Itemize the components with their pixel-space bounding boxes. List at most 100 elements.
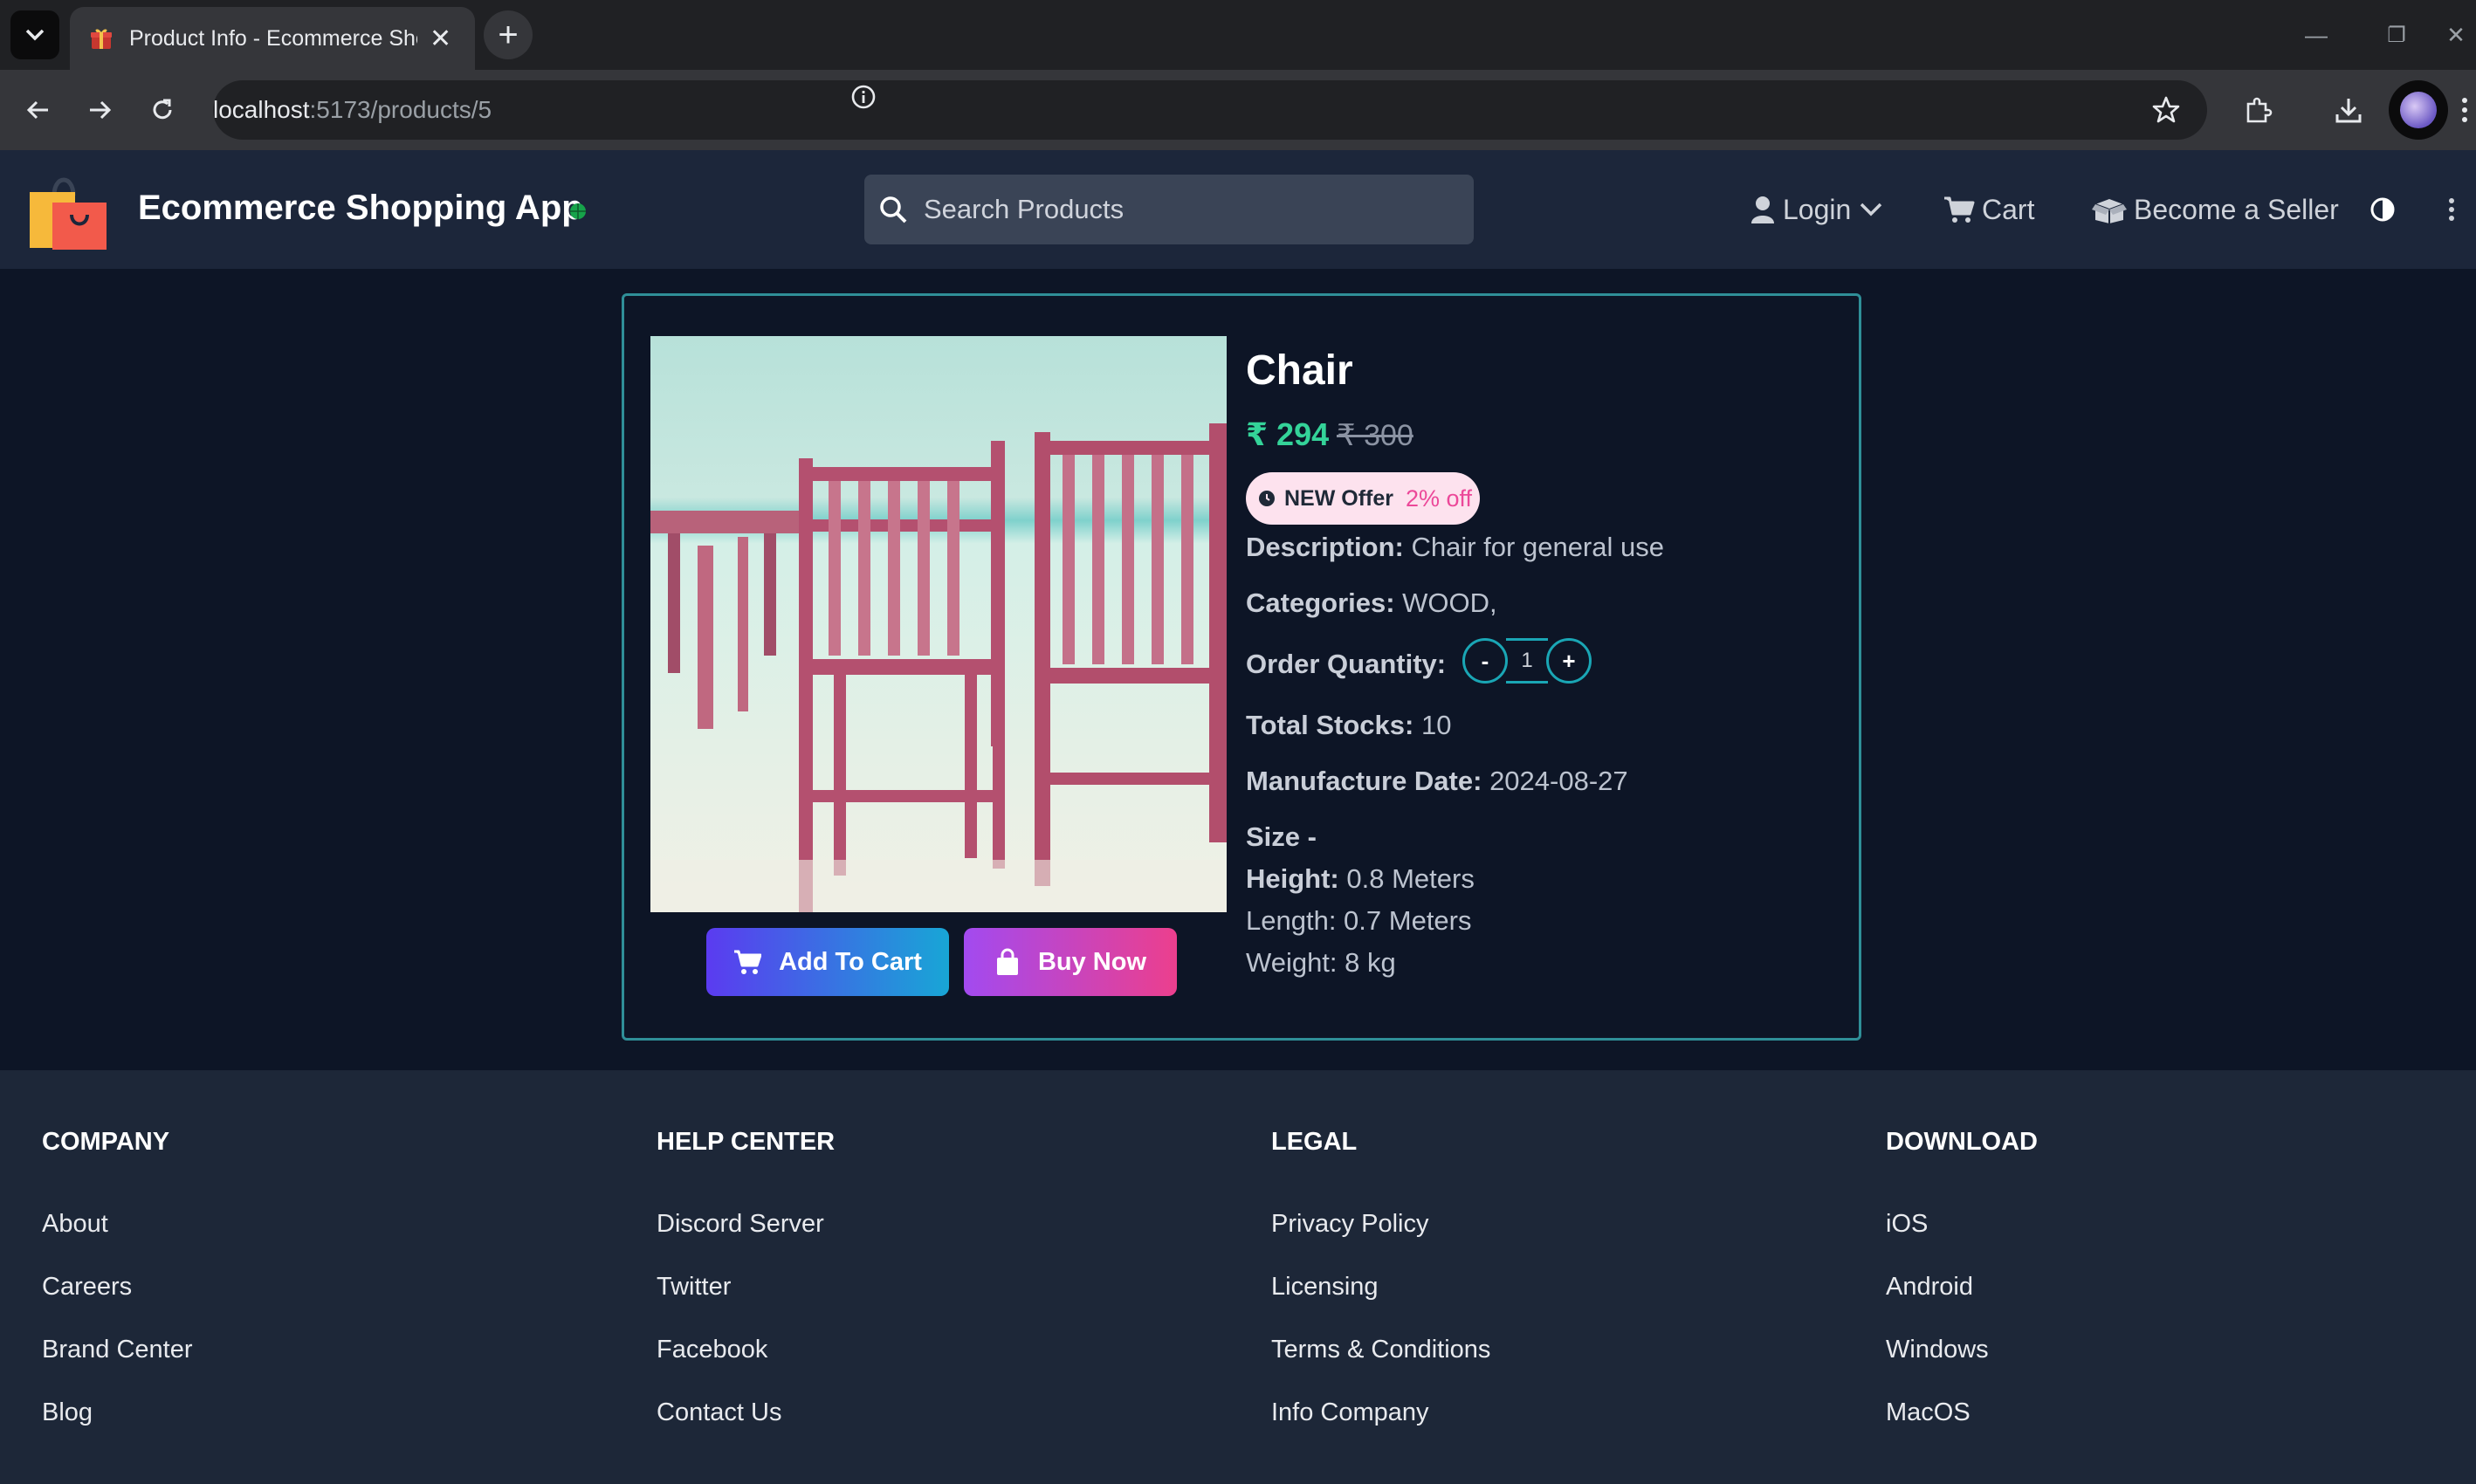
profile-avatar[interactable]	[2389, 80, 2448, 140]
login-dropdown[interactable]: Login	[1750, 187, 1889, 232]
download-icon	[2335, 99, 2362, 123]
shopping-bag-logo-icon[interactable]	[28, 169, 110, 251]
description-value: Chair for general use	[1411, 532, 1664, 562]
footer-link-ios[interactable]: iOS	[1886, 1192, 2038, 1255]
add-to-cart-button[interactable]: Add To Cart	[706, 928, 949, 996]
browser-menu-button[interactable]	[2453, 86, 2476, 134]
footer-link-windows[interactable]: Windows	[1886, 1318, 2038, 1381]
footer-link-contact-us[interactable]: Contact Us	[657, 1381, 835, 1444]
cart-link[interactable]: Cart	[1943, 187, 2034, 232]
brand-name[interactable]: Ecommerce Shopping App	[138, 189, 583, 228]
forward-icon	[90, 100, 112, 120]
close-window-button[interactable]: ✕	[2436, 0, 2476, 70]
footer-link-twitter[interactable]: Twitter	[657, 1255, 835, 1318]
footer-heading: DOWNLOAD	[1886, 1128, 2038, 1156]
buy-now-button[interactable]: Buy Now	[964, 928, 1177, 996]
search-input[interactable]: Search Products	[924, 194, 1124, 225]
url-host: localhost	[213, 96, 310, 123]
forward-button[interactable]	[75, 86, 124, 134]
more-menu-button[interactable]	[2448, 187, 2462, 232]
chevron-down-icon	[1860, 203, 1882, 216]
footer-link-android[interactable]: Android	[1886, 1255, 2038, 1318]
footer-heading: HELP CENTER	[657, 1128, 836, 1156]
height-row: Height: 0.8 Meters	[1246, 863, 1475, 895]
description-row: Description: Chair for general use	[1246, 532, 1664, 563]
become-seller-label: Become a Seller	[2134, 193, 2339, 225]
footer-column-legal: LEGAL Privacy Policy Licensing Terms & C…	[1271, 1128, 1490, 1444]
user-icon	[1751, 196, 1774, 223]
minimize-button[interactable]: —	[2277, 0, 2356, 70]
footer-link-about[interactable]: About	[42, 1192, 193, 1255]
footer-link-discord[interactable]: Discord Server	[657, 1192, 835, 1255]
address-bar[interactable]: localhost:5173/products/5	[213, 80, 2207, 140]
footer-column-company: COMPANY About Careers Brand Center Blog	[42, 1128, 193, 1444]
decrement-button[interactable]: -	[1462, 638, 1508, 684]
stock-row: Total Stocks: 10	[1246, 710, 1451, 741]
back-icon	[26, 100, 48, 120]
discount-text: 2% off	[1406, 484, 1473, 512]
reload-icon	[153, 99, 172, 120]
restore-button[interactable]: ❐	[2357, 0, 2436, 70]
minimize-icon: —	[2305, 21, 2328, 48]
footer-link-blog[interactable]: Blog	[42, 1381, 193, 1444]
cart-icon	[734, 950, 762, 974]
clock-icon	[1259, 491, 1275, 506]
size-heading: Size -	[1246, 821, 1317, 853]
description-label: Description:	[1246, 532, 1404, 562]
increment-button[interactable]: +	[1546, 638, 1592, 684]
info-icon	[851, 85, 876, 109]
theme-toggle[interactable]	[2369, 187, 2403, 232]
tab-search-icon	[25, 29, 45, 41]
footer-link-terms[interactable]: Terms & Conditions	[1271, 1318, 1490, 1381]
gift-favicon-icon	[91, 29, 112, 49]
tab-search-button[interactable]	[10, 10, 59, 59]
box-icon	[2092, 199, 2127, 223]
quantity-label: Order Quantity:	[1246, 649, 1447, 679]
manufacture-date-label: Manufacture Date:	[1246, 766, 1482, 796]
stock-value: 10	[1420, 710, 1452, 740]
back-button[interactable]	[14, 86, 63, 134]
cart-label: Cart	[1982, 193, 2035, 225]
categories-value: WOOD,	[1402, 587, 1497, 618]
bag-icon	[996, 948, 1018, 975]
offer-label: NEW Offer	[1284, 485, 1393, 511]
extensions-button[interactable]	[2233, 86, 2282, 134]
become-seller-link[interactable]: Become a Seller	[2092, 187, 2339, 232]
search-bar[interactable]: Search Products	[864, 175, 1474, 244]
product-mrp: ₹ 300	[1337, 419, 1413, 452]
footer-link-info-company[interactable]: Info Company	[1271, 1381, 1490, 1444]
size-label: Size -	[1246, 821, 1317, 852]
browser-toolbar: localhost:5173/products/5	[0, 70, 2476, 150]
plus-icon: +	[498, 16, 519, 54]
close-window-icon: ✕	[2446, 21, 2466, 48]
footer-link-licensing[interactable]: Licensing	[1271, 1255, 1490, 1318]
footer-link-macos[interactable]: MacOS	[1886, 1381, 2038, 1444]
product-price: ₹ 294	[1246, 416, 1330, 452]
footer-heading: COMPANY	[42, 1128, 170, 1156]
site-info-button[interactable]	[847, 80, 880, 113]
kebab-menu-icon	[2462, 98, 2467, 122]
extensions-icon	[2246, 97, 2273, 123]
footer-link-brand-center[interactable]: Brand Center	[42, 1318, 193, 1381]
restore-icon: ❐	[2387, 23, 2406, 47]
footer-link-privacy-policy[interactable]: Privacy Policy	[1271, 1192, 1490, 1255]
close-tab-icon[interactable]: ✕	[430, 24, 451, 54]
star-icon[interactable]	[2151, 95, 2181, 125]
downloads-button[interactable]	[2324, 86, 2373, 134]
browser-tab-active[interactable]: Product Info - Ecommerce Shop ✕	[70, 7, 475, 70]
product-image	[650, 336, 1227, 912]
manufacture-date-row: Manufacture Date: 2024-08-27	[1246, 766, 1628, 797]
search-icon	[880, 196, 907, 223]
height-value: 0.8 Meters	[1346, 863, 1475, 894]
offer-badge: NEW Offer 2% off	[1246, 472, 1480, 525]
footer-link-facebook[interactable]: Facebook	[657, 1318, 835, 1381]
reload-button[interactable]	[138, 86, 187, 134]
buy-now-label: Buy Now	[1037, 947, 1147, 976]
length-row: Length: 0.7 Meters	[1246, 905, 1472, 936]
add-to-cart-label: Add To Cart	[779, 947, 922, 976]
new-tab-button[interactable]: +	[484, 10, 533, 59]
cart-icon	[1944, 196, 1975, 223]
quantity-value[interactable]: 1	[1506, 638, 1548, 684]
footer-link-careers[interactable]: Careers	[42, 1255, 193, 1318]
categories-row: Categories: WOOD,	[1246, 587, 1497, 619]
